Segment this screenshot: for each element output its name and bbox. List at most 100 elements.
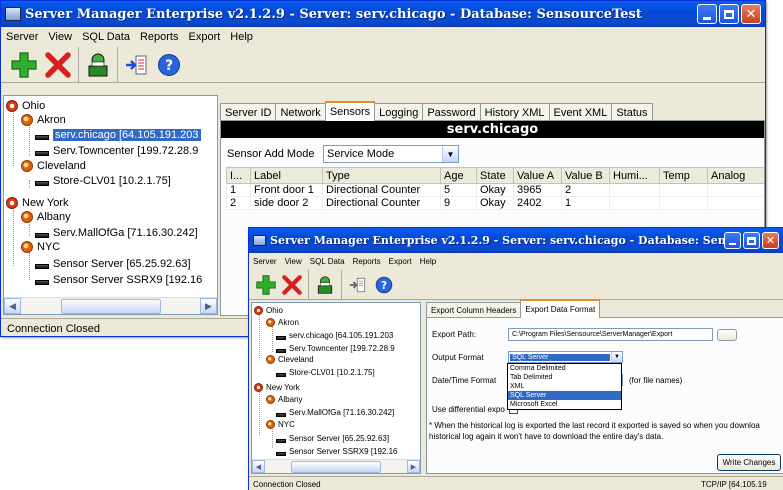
tree-node-nyc[interactable]: NYC [21,240,60,254]
scroll-right-button[interactable]: ▶ [407,460,420,473]
tab-status[interactable]: Status [611,103,653,121]
server-tree[interactable]: Ohio Akron serv.chicago [64.105.191.203 … [3,95,218,315]
tab-password[interactable]: Password [422,103,481,121]
title-bar[interactable]: Server Manager Enterprise v2.1.2.9 - Ser… [249,228,783,253]
menu-server[interactable]: Server [249,257,281,266]
menu-view[interactable]: View [281,257,306,266]
tree-node-serv-towncenter[interactable]: Serv.Towncenter [199.72.28.9 [276,343,395,354]
format-option-comma-delimited[interactable]: Comma Delimited [508,364,621,373]
tree-node-serv-chicago[interactable]: serv.chicago [64.105.191.203 [35,127,201,143]
add-button[interactable] [7,49,41,81]
scroll-right-button[interactable]: ▶ [200,298,217,314]
tree-node-nyc[interactable]: NYC [266,419,295,430]
column-header[interactable]: Value A [513,167,562,184]
menu-sql-data[interactable]: SQL Data [77,31,135,43]
tree-horizontal-scrollbar[interactable]: ◀ ▶ [4,297,217,314]
column-header[interactable]: State [476,167,514,184]
format-option-sql-server[interactable]: SQL Server [508,391,621,400]
column-header[interactable]: Analog [707,167,764,184]
menu-view[interactable]: View [43,31,77,43]
user-button[interactable] [82,49,114,81]
tree-node-serv-towncenter[interactable]: Serv.Towncenter [199.72.28.9 [35,144,198,158]
tab-export-data-format[interactable]: Export Data Format [520,299,601,318]
tree-node-serv-mallofga[interactable]: Serv.MallOfGa [71.16.30.242] [276,407,394,418]
output-format-select[interactable]: SQL Server ▼ [508,351,623,363]
tree-horizontal-scrollbar[interactable]: ◀ ▶ [252,459,420,473]
table-row[interactable]: 2 side door 2 Directional Counter 9 Okay… [226,196,764,210]
tab-sensors[interactable]: Sensors [324,101,376,121]
tree-node-akron[interactable]: Akron [21,113,66,127]
add-button[interactable] [253,272,279,298]
delete-button[interactable] [279,272,305,298]
tab-export-column-headers[interactable]: Export Column Headers [426,302,522,318]
tree-node-akron[interactable]: Akron [266,317,299,328]
title-bar[interactable]: Server Manager Enterprise v2.1.2.9 - Ser… [1,1,765,27]
tree-node-store-clv01[interactable]: Store-CLV01 [10.2.1.75] [276,367,375,378]
tree-node-sensor-server[interactable]: Sensor Server [65.25.92.63] [276,433,389,444]
tree-node-albany[interactable]: Albany [21,210,71,224]
tab-logging[interactable]: Logging [374,103,424,121]
tree-node-store-clv01[interactable]: Store-CLV01 [10.2.1.75] [35,174,171,188]
city-icon [266,395,275,404]
menu-reports[interactable]: Reports [349,257,385,266]
column-header[interactable]: Label [250,167,323,184]
export-button[interactable] [345,272,371,298]
column-header[interactable]: Type [322,167,441,184]
dropdown-button[interactable]: ▼ [442,146,458,162]
tree-node-albany[interactable]: Albany [266,394,302,405]
tree-node-cleveland[interactable]: Cleveland [21,159,86,173]
maximize-button[interactable] [719,4,739,24]
tree-node-sensor-server-ssrx9[interactable]: Sensor Server SSRX9 [192.16 [35,273,202,287]
tree-node-sensor-server[interactable]: Sensor Server [65.25.92.63] [35,257,191,271]
tree-node-serv-chicago[interactable]: serv.chicago [64.105.191.203 [276,330,393,341]
minimize-button[interactable] [724,232,741,249]
column-header[interactable]: Value B [561,167,610,184]
minimize-button[interactable] [697,4,717,24]
server-tree[interactable]: Ohio Akron serv.chicago [64.105.191.203 … [251,302,421,474]
export-path-input[interactable]: C:\Program Files\Sensource\ServerManager… [508,328,713,341]
tree-node-ohio[interactable]: Ohio [6,99,45,113]
tree-node-cleveland[interactable]: Cleveland [266,354,314,365]
help-button[interactable]: ? [153,49,185,81]
tab-network[interactable]: Network [275,103,326,121]
close-button[interactable]: ✕ [741,4,761,24]
write-changes-button[interactable]: Write Changes [717,454,781,471]
menu-export[interactable]: Export [385,257,416,266]
menu-export[interactable]: Export [184,31,226,43]
column-header[interactable]: Temp [659,167,708,184]
tree-node-serv-mallofga[interactable]: Serv.MallOfGa [71.16.30.242] [35,226,198,240]
sensor-add-mode-select[interactable]: Service Mode ▼ [323,145,459,163]
tab-event-xml[interactable]: Event XML [548,103,613,121]
export-note: * When the historical log is exported th… [429,421,760,441]
browse-button[interactable] [717,328,737,341]
close-button[interactable]: ✕ [762,232,779,249]
menu-server[interactable]: Server [1,31,43,43]
export-button[interactable] [121,49,153,81]
tab-server-id[interactable]: Server ID [220,103,277,121]
user-button[interactable] [312,272,338,298]
format-option-microsoft-excel[interactable]: Microsoft Excel [508,400,621,409]
delete-button[interactable] [41,49,75,81]
menu-help[interactable]: Help [416,257,440,266]
tab-history-xml[interactable]: History XML [479,103,550,121]
menu-reports[interactable]: Reports [135,31,184,43]
tree-node-new-york[interactable]: New York [254,382,300,393]
scroll-left-button[interactable]: ◀ [252,460,265,473]
scroll-left-button[interactable]: ◀ [4,298,21,314]
table-row[interactable]: 1 Front door 1 Directional Counter 5 Oka… [226,183,764,197]
menu-help[interactable]: Help [225,31,258,43]
scroll-thumb[interactable] [60,298,161,314]
format-option-tab-delimited[interactable]: Tab Delimited [508,373,621,382]
tree-node-ohio[interactable]: Ohio [254,305,283,316]
tree-node-sensor-server-ssrx9[interactable]: Sensor Server SSRX9 [192.16 [276,446,398,457]
dropdown-button[interactable]: ▼ [611,352,622,362]
format-option-xml[interactable]: XML [508,382,621,391]
menu-sql-data[interactable]: SQL Data [306,257,349,266]
column-header[interactable]: I... [226,167,251,184]
tree-node-new-york[interactable]: New York [6,196,68,210]
column-header[interactable]: Humi... [609,167,660,184]
column-header[interactable]: Age [440,167,477,184]
maximize-button[interactable] [743,232,760,249]
help-button[interactable]: ? [371,272,397,298]
scroll-thumb[interactable] [291,460,381,473]
